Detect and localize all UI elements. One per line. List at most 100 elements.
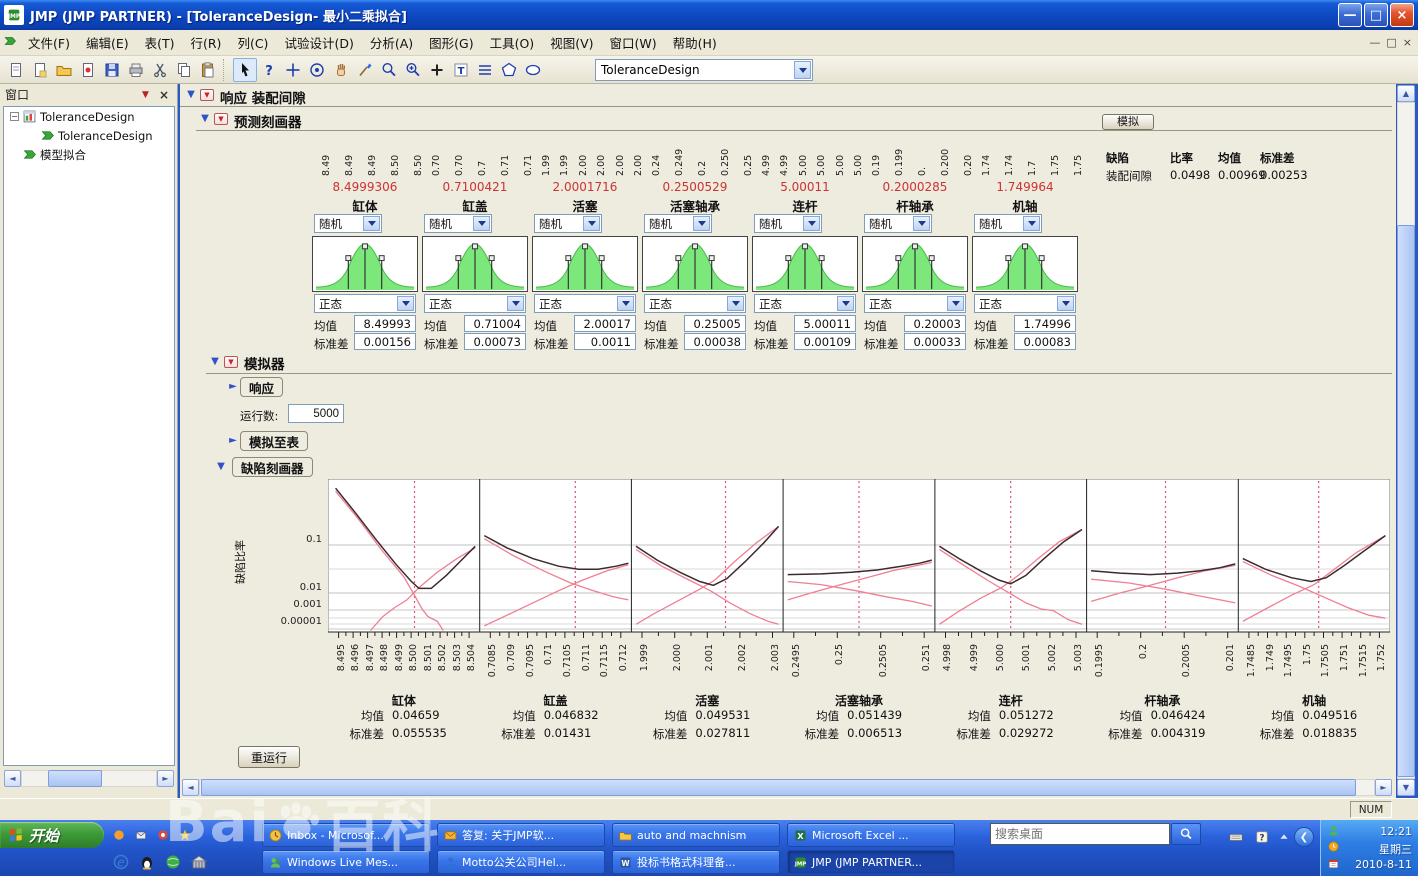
taskbar-button[interactable]: XMicrosoft Excel ... <box>787 823 955 847</box>
factor-distribution-plot[interactable] <box>532 236 638 292</box>
print-icon[interactable] <box>124 58 148 82</box>
menu-表(T)[interactable]: 表(T) <box>137 30 183 55</box>
simulate-to-table-button[interactable]: 模拟至表 <box>240 431 308 451</box>
expand-tray-icon[interactable] <box>1276 829 1292 848</box>
taskbar-button[interactable]: Windows Live Mes... <box>262 850 430 874</box>
factor-distribution-plot[interactable] <box>752 236 858 292</box>
factor-distribution-plot[interactable] <box>972 236 1078 292</box>
oval-tool-icon[interactable] <box>521 58 545 82</box>
quick-launch-icon-1[interactable] <box>112 828 126 845</box>
chevron-down-icon[interactable] <box>947 296 964 311</box>
chevron-down-icon[interactable] <box>803 216 820 231</box>
distribution-mode-select[interactable]: 随机 <box>974 214 1042 233</box>
keyboard-icon[interactable] <box>1228 829 1244 848</box>
quick-launch-icon-2[interactable] <box>134 828 148 845</box>
factor-distribution-plot[interactable] <box>422 236 528 292</box>
move-tool-icon[interactable] <box>281 58 305 82</box>
panel-close-icon[interactable]: × <box>155 88 173 102</box>
help-tool-icon[interactable]: ? <box>257 58 281 82</box>
new-journal-icon[interactable] <box>28 58 52 82</box>
sphere-icon[interactable] <box>164 853 182 874</box>
distribution-shape-select[interactable]: 正态 <box>754 294 856 313</box>
distribution-mode-select[interactable]: 随机 <box>314 214 382 233</box>
std-input[interactable]: 0.0011 <box>574 333 636 350</box>
chevron-down-icon[interactable] <box>473 216 490 231</box>
cut-icon[interactable] <box>148 58 172 82</box>
chevron-down-icon[interactable] <box>794 61 811 79</box>
factor-distribution-plot[interactable] <box>312 236 418 292</box>
save-icon[interactable] <box>100 58 124 82</box>
start-button[interactable]: 开始 <box>0 822 104 848</box>
polygon-tool-icon[interactable] <box>497 58 521 82</box>
paste-icon[interactable] <box>196 58 220 82</box>
mdi-minimize-button[interactable]: — <box>1369 36 1380 49</box>
responses-disclosure-icon[interactable]: ► <box>226 381 240 392</box>
std-input[interactable]: 0.00109 <box>794 333 856 350</box>
desktop-search-input[interactable] <box>990 823 1170 845</box>
chevron-down-icon[interactable] <box>837 296 854 311</box>
taskbar-button[interactable]: auto and machnism <box>612 823 780 847</box>
response-menu-icon[interactable]: ▼ <box>200 89 214 101</box>
distribution-shape-select[interactable]: 正态 <box>974 294 1076 313</box>
simulator-disclosure-icon[interactable]: ▼ <box>208 356 222 367</box>
std-input[interactable]: 0.00083 <box>1014 333 1076 350</box>
open-icon[interactable] <box>52 58 76 82</box>
menu-行(R)[interactable]: 行(R) <box>183 30 230 55</box>
quick-launch-icon-3[interactable] <box>156 828 170 845</box>
expander-icon[interactable]: − <box>10 112 19 121</box>
std-input[interactable]: 0.00033 <box>904 333 966 350</box>
restore-button[interactable]: □ <box>1364 3 1388 27</box>
taskbar-button[interactable]: 答复: 关于JMP软... <box>437 823 605 847</box>
quick-launch-icon-4[interactable] <box>178 828 192 845</box>
magnifier-tool-icon[interactable] <box>377 58 401 82</box>
mean-input[interactable]: 0.71004 <box>464 315 526 332</box>
chevron-down-icon[interactable] <box>913 216 930 231</box>
chevron-down-icon[interactable] <box>1057 296 1074 311</box>
simulate-table-disclosure-icon[interactable]: ► <box>226 435 240 446</box>
distribution-mode-select[interactable]: 随机 <box>534 214 602 233</box>
std-input[interactable]: 0.00038 <box>684 333 746 350</box>
chevron-down-icon[interactable] <box>507 296 524 311</box>
menu-试验设计(D)[interactable]: 试验设计(D) <box>276 30 361 55</box>
tree-item-模型拟合[interactable]: 模型拟合 <box>4 145 174 164</box>
ie-icon[interactable]: e <box>112 853 130 874</box>
chevron-down-icon[interactable] <box>583 216 600 231</box>
defect-profiler-disclosure-icon[interactable]: ▼ <box>214 461 228 472</box>
mean-input[interactable]: 0.25005 <box>684 315 746 332</box>
taskbar-button[interactable]: Motto公关公司Hel... <box>437 850 605 874</box>
panel-menu-icon[interactable]: ▼ <box>136 90 155 100</box>
distribution-mode-select[interactable]: 随机 <box>754 214 822 233</box>
menu-帮助(H)[interactable]: 帮助(H) <box>665 30 725 55</box>
help-icon[interactable]: ? <box>1254 829 1270 848</box>
text-tool-icon[interactable]: T <box>449 58 473 82</box>
chevron-down-icon[interactable] <box>1023 216 1040 231</box>
profiler-menu-icon[interactable]: ▼ <box>214 113 228 125</box>
simulator-menu-icon[interactable]: ▼ <box>224 356 238 368</box>
menu-分析(A)[interactable]: 分析(A) <box>362 30 421 55</box>
responses-button[interactable]: 响应 <box>240 377 283 397</box>
menu-列(C)[interactable]: 列(C) <box>229 30 276 55</box>
zoom-tool-icon[interactable] <box>401 58 425 82</box>
distribution-mode-select[interactable]: 随机 <box>424 214 492 233</box>
mean-input[interactable]: 8.49993 <box>354 315 416 332</box>
lines-tool-icon[interactable] <box>473 58 497 82</box>
mean-input[interactable]: 2.00017 <box>574 315 636 332</box>
copy-icon[interactable] <box>172 58 196 82</box>
std-input[interactable]: 0.00073 <box>464 333 526 350</box>
bank-icon[interactable] <box>190 853 208 874</box>
chevron-down-icon[interactable] <box>397 296 414 311</box>
distribution-mode-select[interactable]: 随机 <box>864 214 932 233</box>
distribution-shape-select[interactable]: 正态 <box>534 294 636 313</box>
distribution-shape-select[interactable]: 正态 <box>424 294 526 313</box>
distribution-mode-select[interactable]: 随机 <box>644 214 712 233</box>
mean-input[interactable]: 5.00011 <box>794 315 856 332</box>
taskbar-button[interactable]: W投标书格式科理备... <box>612 850 780 874</box>
runs-input[interactable] <box>288 404 344 423</box>
rerun-button[interactable]: 重运行 <box>238 746 300 768</box>
distribution-shape-select[interactable]: 正态 <box>864 294 966 313</box>
minimize-button[interactable]: — <box>1338 3 1362 27</box>
factor-distribution-plot[interactable] <box>642 236 748 292</box>
std-input[interactable]: 0.00156 <box>354 333 416 350</box>
new-script-icon[interactable] <box>76 58 100 82</box>
close-button[interactable]: × <box>1390 3 1414 27</box>
